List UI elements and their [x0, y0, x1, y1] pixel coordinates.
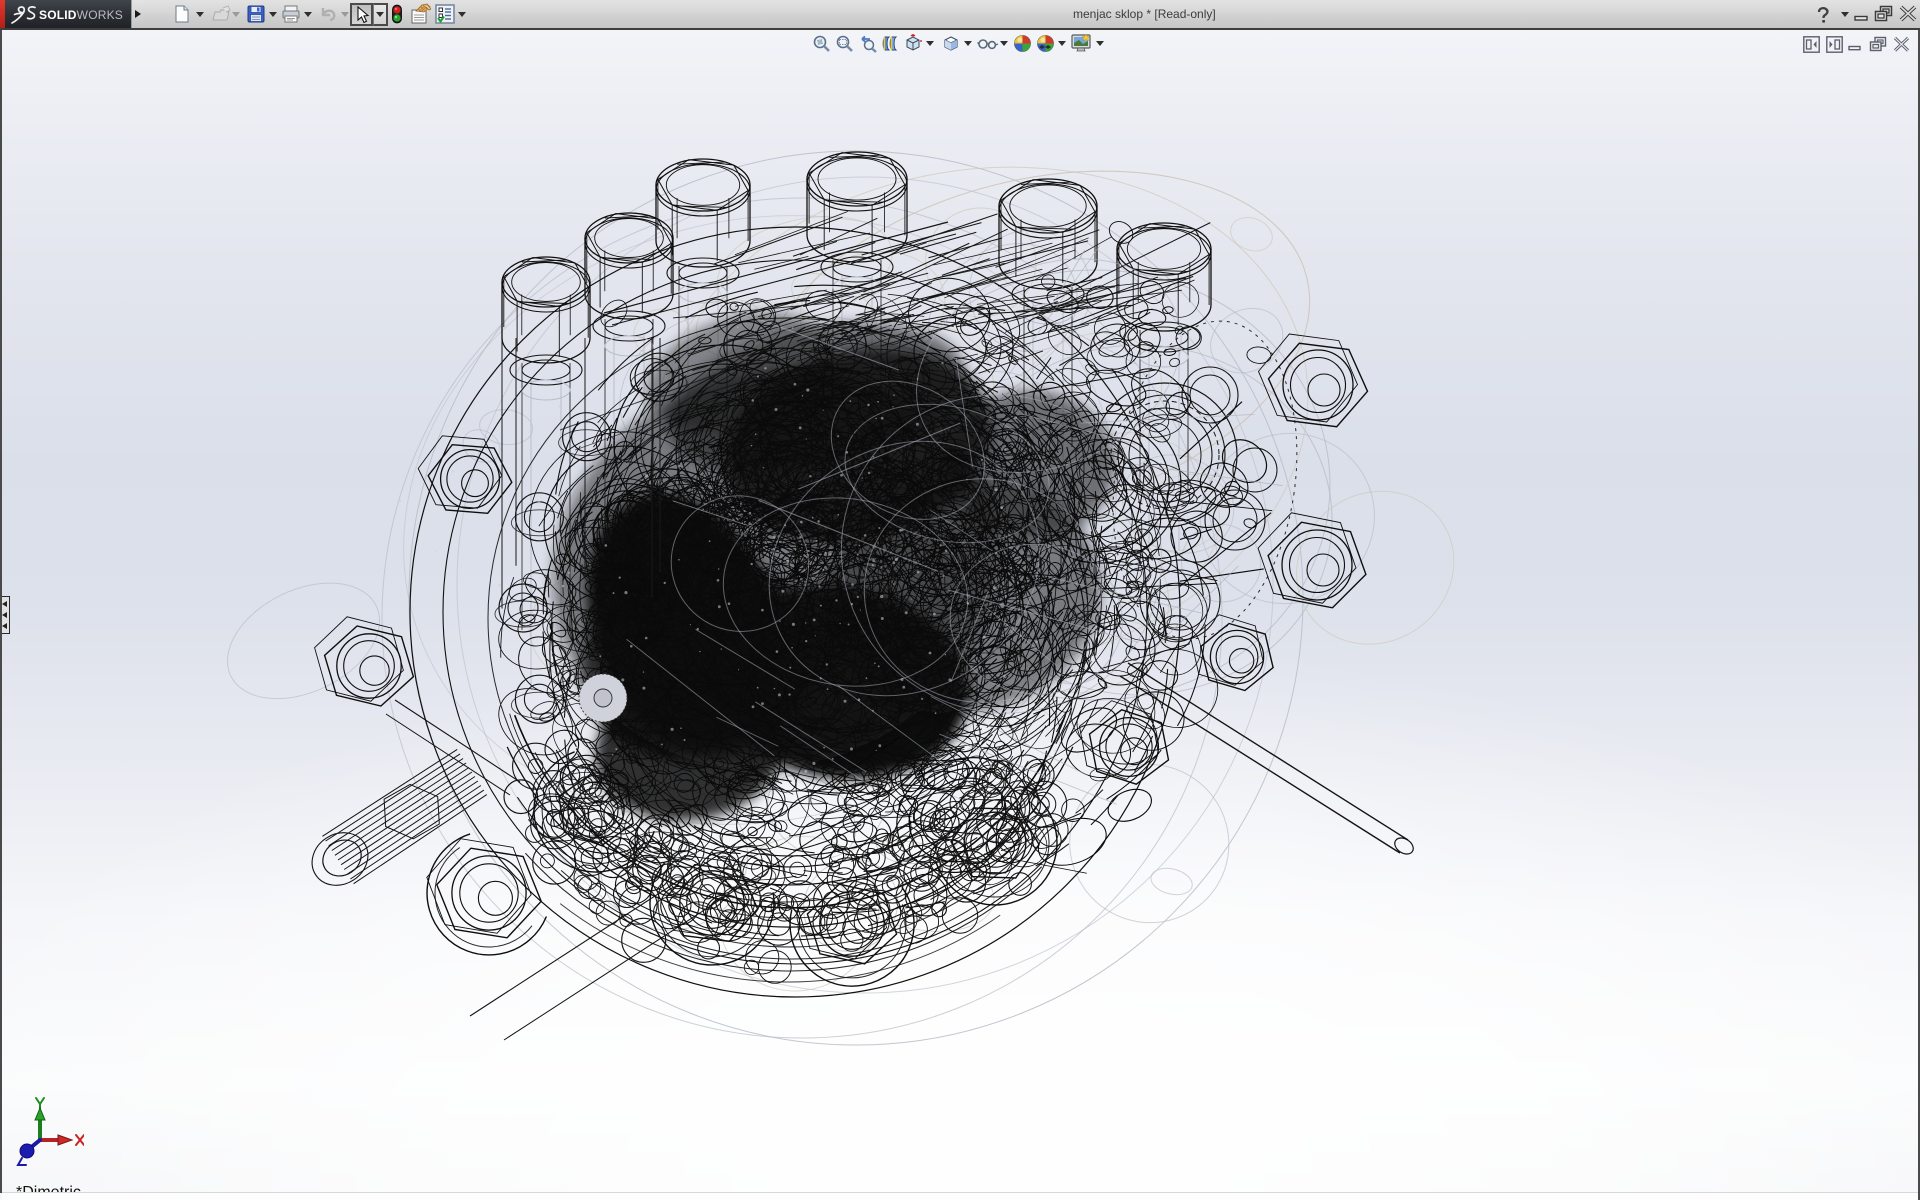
svg-text:SOLIDWORKS: SOLIDWORKS — [39, 8, 123, 22]
